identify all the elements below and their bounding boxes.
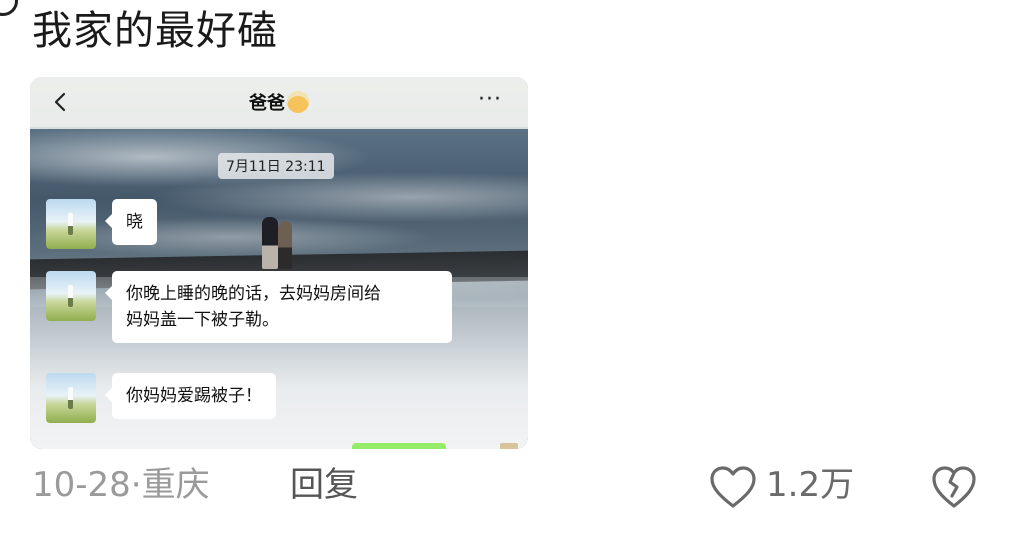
figure-woman <box>278 221 292 269</box>
sender-avatar[interactable] <box>46 373 96 423</box>
outgoing-bubble-edge <box>352 443 446 449</box>
chat-timestamp: 7月11日 23:11 <box>218 153 334 179</box>
comment-text: 我家的最好磕 <box>32 8 278 54</box>
chat-title-text: 爸爸 <box>249 93 285 114</box>
chat-top-bar: 爸爸 ··· <box>30 77 528 129</box>
avatar-person <box>68 213 73 235</box>
message-bubble: 你妈妈爱踢被子！ <box>105 373 276 419</box>
heart-outline-icon[interactable] <box>708 464 758 510</box>
chat-screenshot-image[interactable]: 爸爸 ··· 7月11日 23:11 晓 你晚上睡的晚的话，去妈妈房间给 妈妈盖… <box>30 77 528 449</box>
sender-avatar[interactable] <box>46 271 96 321</box>
comment-location: 重庆 <box>141 465 210 505</box>
corner-avatar-fragment <box>0 0 18 16</box>
like-count: 1.2万 <box>766 465 855 505</box>
reply-button[interactable]: 回复 <box>290 462 358 508</box>
avatar-person <box>68 285 73 307</box>
message-bubble: 你晚上睡的晚的话，去妈妈房间给 妈妈盖一下被子勒。 <box>105 271 452 343</box>
avatar-person <box>68 387 73 409</box>
sender-avatar[interactable] <box>46 199 96 249</box>
comment-date: 10-28· <box>32 465 142 505</box>
figure-man <box>262 217 278 269</box>
message-bubble: 晓 <box>105 199 157 245</box>
old-man-emoji-icon <box>287 91 309 113</box>
more-dots-icon[interactable]: ··· <box>478 89 504 111</box>
broken-heart-icon[interactable] <box>930 464 978 510</box>
own-avatar-edge <box>500 443 518 449</box>
chat-title: 爸爸 <box>30 89 528 115</box>
comment-meta: 10-28·重庆 <box>32 462 210 508</box>
couple-figures <box>258 215 298 271</box>
